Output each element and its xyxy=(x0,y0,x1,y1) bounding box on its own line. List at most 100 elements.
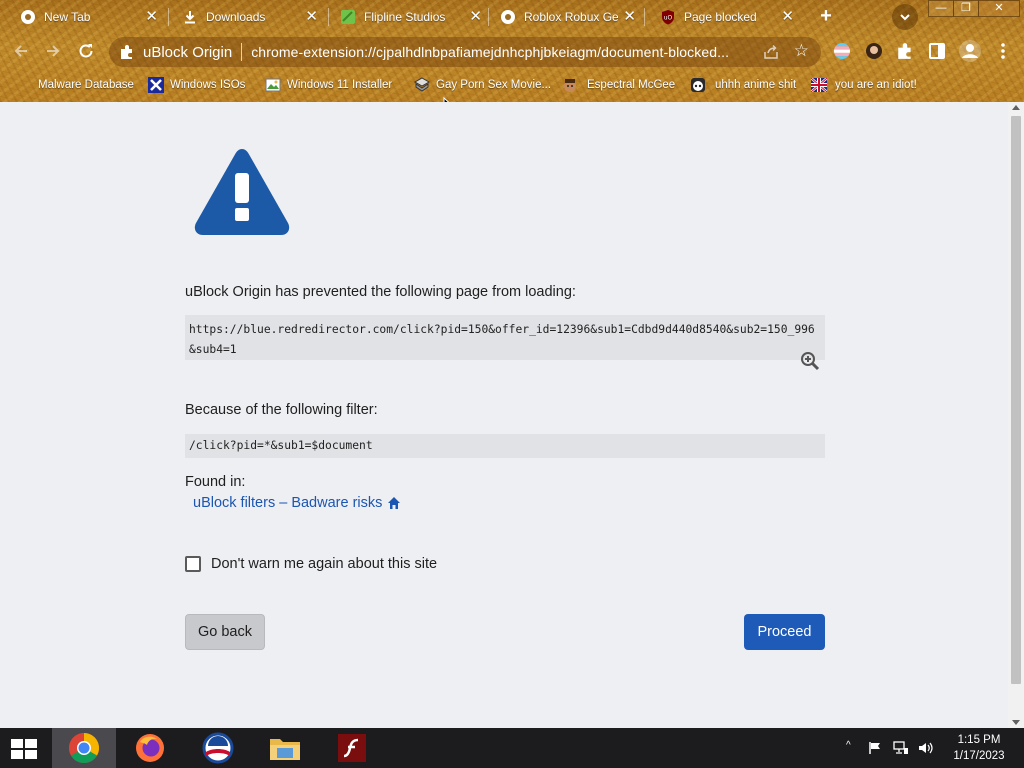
arrow-right-icon xyxy=(47,45,60,57)
bookmark-you-are-an-idiot[interactable]: you are an idiot! xyxy=(811,75,917,95)
reload-button[interactable] xyxy=(75,42,97,64)
bookmark-malware-database[interactable]: Malware Database xyxy=(12,75,134,95)
extensions-puzzle-icon[interactable] xyxy=(896,42,916,66)
found-in-label: Found in: xyxy=(185,474,246,490)
anime-icon xyxy=(690,77,706,93)
scroll-down-arrow-icon[interactable] xyxy=(1012,720,1020,725)
bookmark-windows-11-installer[interactable]: Windows 11 Installer xyxy=(265,75,392,95)
bookmarks-bar: Malware Database Windows ISOs Windows 11… xyxy=(0,70,1024,117)
side-panel-icon[interactable] xyxy=(928,42,948,66)
arrow-left-icon xyxy=(14,45,27,57)
tab-close-button[interactable]: ✕ xyxy=(305,9,318,24)
share-icon[interactable] xyxy=(763,44,779,60)
bookmark-label: Gay Porn Sex Movie... xyxy=(436,79,552,91)
svg-text:uO: uO xyxy=(664,15,673,22)
tab-page-blocked[interactable]: uO Page blocked ✕ xyxy=(640,0,802,34)
tab-close-button[interactable]: ✕ xyxy=(145,9,158,24)
windows-start-icon[interactable] xyxy=(10,738,38,760)
flag-icon xyxy=(811,77,827,93)
blocked-intro-text: uBlock Origin has prevented the followin… xyxy=(185,284,576,300)
tab-title: Flipline Studios - F xyxy=(364,10,448,24)
tab-title: Page blocked xyxy=(684,10,757,24)
vertical-scrollbar[interactable] xyxy=(1008,102,1024,728)
close-window-button[interactable]: ✕ xyxy=(978,0,1020,17)
tab-flipline[interactable]: Flipline Studios - F ✕ xyxy=(320,0,490,34)
blocked-page: uBlock Origin has prevented the followin… xyxy=(0,102,1008,728)
pride-flag-extension-icon[interactable] xyxy=(832,41,852,65)
toolbar: uBlock Origin chrome-extension://cjpalhd… xyxy=(0,34,1024,70)
network-icon[interactable] xyxy=(893,741,909,755)
taskbar-clock[interactable]: 1:15 PM 1/17/2023 xyxy=(942,732,1016,764)
taskbar-file-explorer[interactable] xyxy=(253,728,317,768)
tab-roblox[interactable]: Roblox Robux Gen ✕ xyxy=(480,0,640,34)
bookmark-label: uhhh anime shit xyxy=(715,79,797,91)
dont-warn-label: Don't warn me again about this site xyxy=(211,556,438,572)
scroll-up-arrow-icon[interactable] xyxy=(1012,105,1020,110)
bookmark-espectral-mcgee[interactable]: Espectral McGee xyxy=(562,75,675,95)
filter-box: /click?pid=*&sub1=$document xyxy=(185,434,825,458)
bookmark-label: Espectral McGee xyxy=(587,79,676,91)
tab-search-button[interactable] xyxy=(892,4,918,30)
clock-time: 1:15 PM xyxy=(957,734,1001,746)
zoom-in-icon[interactable] xyxy=(800,351,820,371)
download-icon xyxy=(182,9,198,25)
obama-logo-icon xyxy=(202,732,234,764)
scroll-thumb[interactable] xyxy=(1011,116,1021,684)
menu-kebab-icon[interactable] xyxy=(994,42,1014,66)
folder-icon xyxy=(12,77,26,93)
chrome-icon xyxy=(500,9,516,25)
volume-icon[interactable] xyxy=(918,741,934,755)
proceed-button[interactable]: Proceed xyxy=(744,614,825,650)
profile-avatar-icon[interactable] xyxy=(958,39,982,63)
home-icon xyxy=(388,497,401,509)
bookmark-star-icon[interactable]: ☆ xyxy=(794,41,809,61)
x-icon xyxy=(148,77,164,93)
new-tab-button[interactable]: + xyxy=(815,6,837,28)
bookmark-gay-porn-sex-movie[interactable]: Gay Porn Sex Movie... xyxy=(414,75,551,95)
bookmark-icon xyxy=(414,77,430,93)
go-back-button[interactable]: Go back xyxy=(185,614,265,650)
filter-list-link[interactable]: uBlock filters – Badware risks xyxy=(193,495,401,511)
tab-strip: New Tab ✕ Downloads ✕ Flipline Studios -… xyxy=(0,0,1024,34)
bookmark-label: you are an idiot! xyxy=(835,79,917,91)
chrome-icon xyxy=(20,9,36,25)
reload-icon xyxy=(79,44,93,58)
address-bar[interactable]: uBlock Origin chrome-extension://cjpalhd… xyxy=(109,37,821,67)
firefox-icon xyxy=(136,734,164,762)
image-icon xyxy=(265,77,281,93)
maximize-button[interactable]: ❐ xyxy=(953,0,979,17)
tab-close-button[interactable]: ✕ xyxy=(623,9,636,24)
tab-new-tab[interactable]: New Tab ✕ xyxy=(0,0,166,34)
tray-chevron-up-icon[interactable]: ^ xyxy=(846,740,851,751)
clock-date: 1/17/2023 xyxy=(953,750,1005,762)
tab-title: New Tab xyxy=(44,10,91,24)
minimize-button[interactable]: — xyxy=(928,0,954,17)
chevron-down-icon xyxy=(900,14,910,21)
back-button[interactable] xyxy=(10,42,32,64)
taskbar-chrome[interactable] xyxy=(52,728,116,768)
bookmark-label: Windows 11 Installer xyxy=(287,79,393,91)
blocked-url-box: https://blue.redredirector.com/click?pid… xyxy=(185,315,825,360)
dont-warn-checkbox[interactable] xyxy=(185,556,201,572)
bookmark-windows-isos[interactable]: Windows ISOs xyxy=(148,75,245,95)
because-filter-text: Because of the following filter: xyxy=(185,402,378,418)
flag-icon[interactable] xyxy=(868,741,882,755)
ublock-icon: uO xyxy=(660,9,676,25)
warning-triangle-icon xyxy=(194,149,290,235)
forward-button[interactable] xyxy=(42,42,64,64)
flipline-icon xyxy=(340,9,356,25)
taskbar-firefox[interactable] xyxy=(118,728,182,768)
url-text[interactable]: chrome-extension://cjpalhdlnbpafiamejdnh… xyxy=(251,44,751,60)
flash-icon xyxy=(338,734,366,762)
bookmark-label: Malware Database xyxy=(38,79,134,91)
taskbar-obama-app[interactable] xyxy=(186,728,250,768)
bookmark-uhhh-anime[interactable]: uhhh anime shit xyxy=(690,75,796,95)
dont-warn-option[interactable]: Don't warn me again about this site xyxy=(185,556,437,572)
tab-downloads[interactable]: Downloads ✕ xyxy=(162,0,326,34)
avatar-icon xyxy=(562,77,578,93)
taskbar-flash-player[interactable] xyxy=(320,728,384,768)
tab-close-button[interactable]: ✕ xyxy=(781,9,794,24)
avatar-extension-icon[interactable] xyxy=(864,41,884,65)
bookmark-label: Windows ISOs xyxy=(170,79,246,91)
taskbar: ^ 1:15 PM 1/17/2023 xyxy=(0,728,1024,768)
